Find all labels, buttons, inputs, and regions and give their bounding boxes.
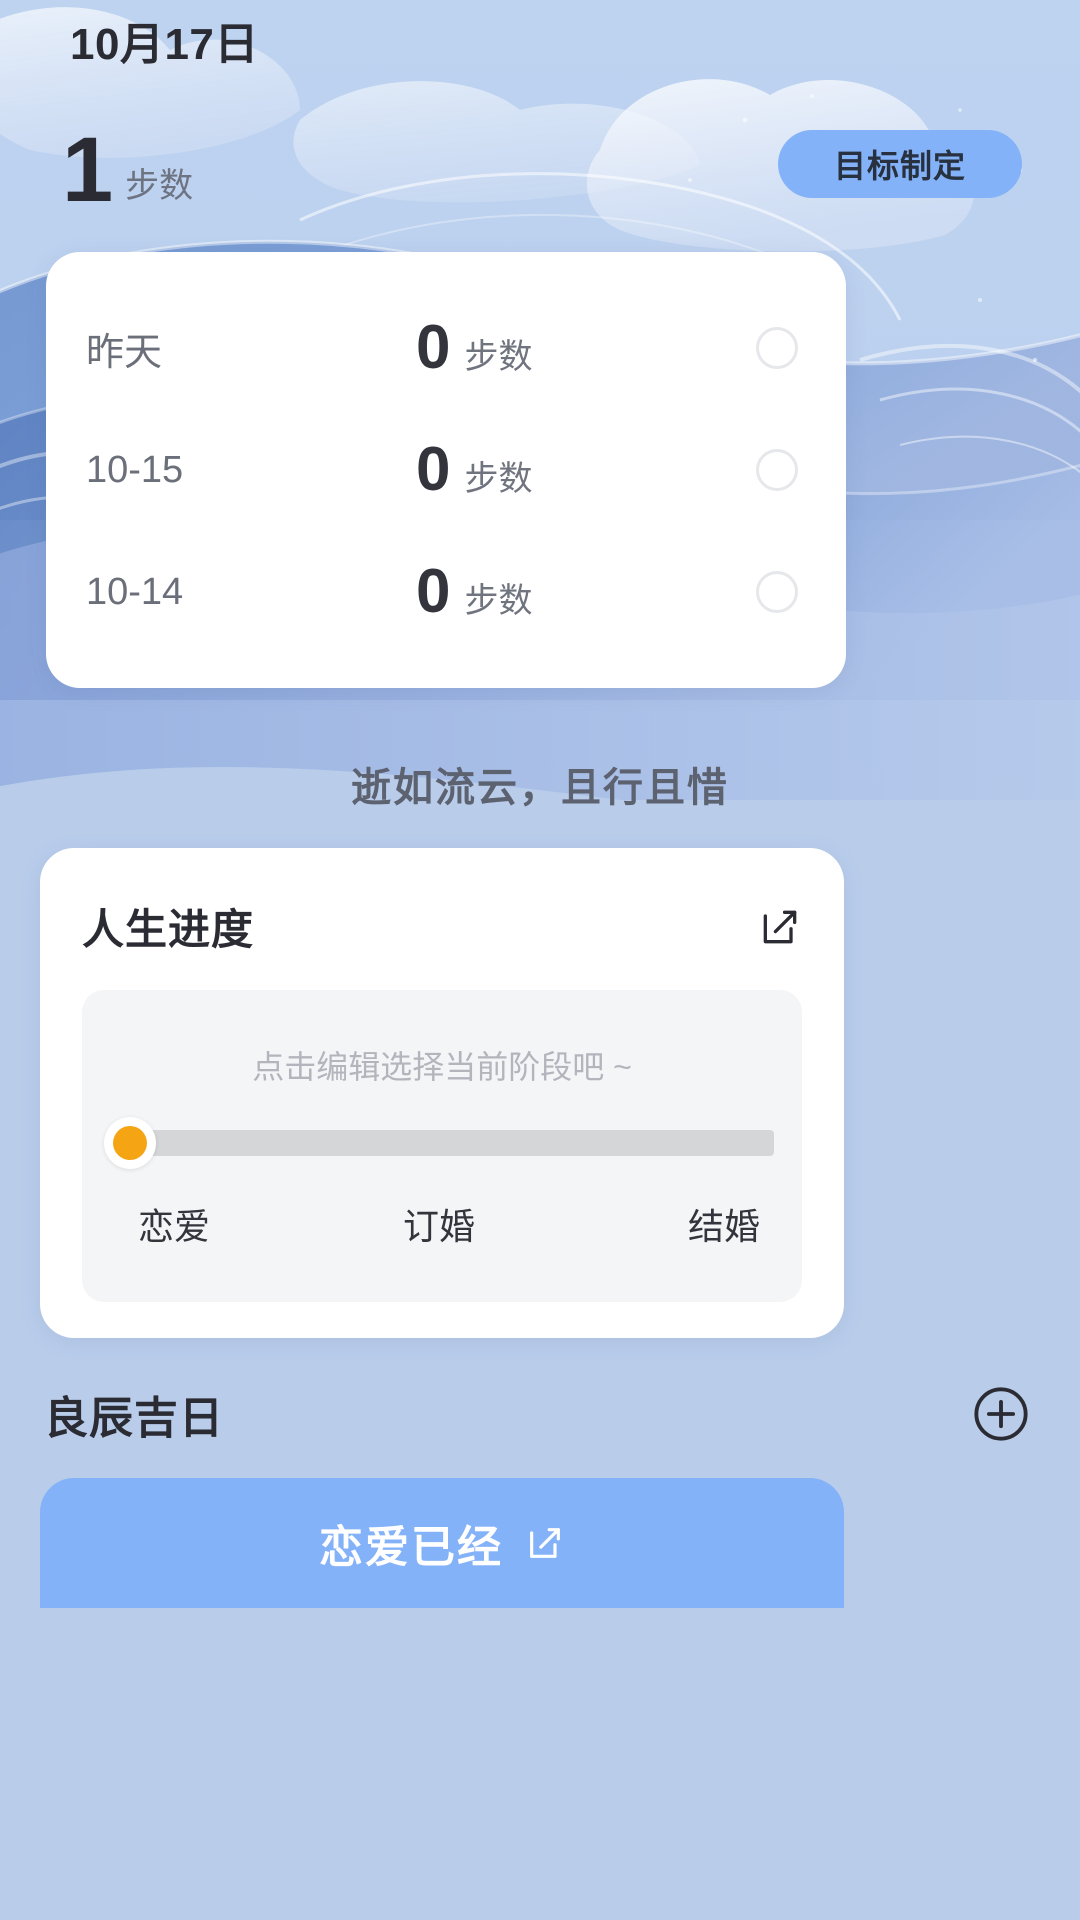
today-steps: 1 步数: [62, 119, 194, 221]
stage-label-2[interactable]: 结婚: [574, 1198, 774, 1250]
goal-setting-button[interactable]: 目标制定: [778, 130, 1022, 198]
slider-track: [130, 1130, 774, 1156]
step-row-radio[interactable]: [756, 571, 798, 613]
auspicious-days-title: 良辰吉日: [44, 1394, 224, 1443]
love-duration-label: 恋爱已经: [319, 1523, 503, 1572]
app-screen: 10月17日 1 步数 目标制定 昨天 0 步数 10-15 0 步数 10-1…: [0, 0, 1080, 1920]
step-row-radio[interactable]: [756, 449, 798, 491]
page-title: 10月17日: [70, 20, 259, 69]
life-stage-labels: 恋爱 订婚 结婚: [104, 1198, 774, 1250]
life-stage-slider[interactable]: [104, 1117, 774, 1169]
step-row-value: 0: [416, 313, 451, 382]
step-row-radio[interactable]: [756, 327, 798, 369]
step-row-unit: 步数: [464, 582, 533, 620]
table-row[interactable]: 10-15 0 步数: [46, 409, 846, 531]
table-row[interactable]: 昨天 0 步数: [46, 287, 846, 409]
slider-thumb[interactable]: [104, 1117, 156, 1169]
table-row[interactable]: 10-14 0 步数: [46, 531, 846, 653]
motivational-quote: 逝如流云，且行且惜: [351, 766, 729, 810]
edit-square-icon[interactable]: [758, 905, 802, 949]
auspicious-days-header: 良辰吉日: [44, 1382, 1030, 1446]
step-row-unit: 步数: [464, 460, 533, 498]
stage-label-0[interactable]: 恋爱: [104, 1198, 304, 1250]
today-step-unit: 步数: [125, 166, 194, 205]
edit-square-icon[interactable]: [525, 1523, 565, 1563]
life-stage-panel: 点击编辑选择当前阶段吧 ~ 恋爱 订婚 结婚: [82, 990, 802, 1302]
life-stage-hint: 点击编辑选择当前阶段吧 ~: [252, 1049, 632, 1085]
step-row-value: 0: [416, 557, 451, 626]
love-duration-banner[interactable]: 恋爱已经: [40, 1478, 844, 1608]
today-step-count: 1: [62, 119, 114, 221]
step-row-day: 10-15: [86, 448, 184, 491]
step-row-day: 10-14: [86, 570, 184, 613]
life-progress-header: 人生进度: [82, 896, 802, 957]
step-row-day: 昨天: [86, 331, 163, 374]
stage-label-1[interactable]: 订婚: [339, 1198, 539, 1250]
step-row-value: 0: [416, 435, 451, 504]
step-row-unit: 步数: [464, 338, 533, 376]
life-progress-title: 人生进度: [82, 906, 255, 953]
life-progress-card: 人生进度 点击编辑选择当前阶段吧 ~ 恋爱 订婚 结婚: [40, 848, 844, 1338]
plus-circle-icon[interactable]: [972, 1385, 1030, 1443]
step-history-card: 昨天 0 步数 10-15 0 步数 10-14 0 步数: [46, 252, 846, 688]
